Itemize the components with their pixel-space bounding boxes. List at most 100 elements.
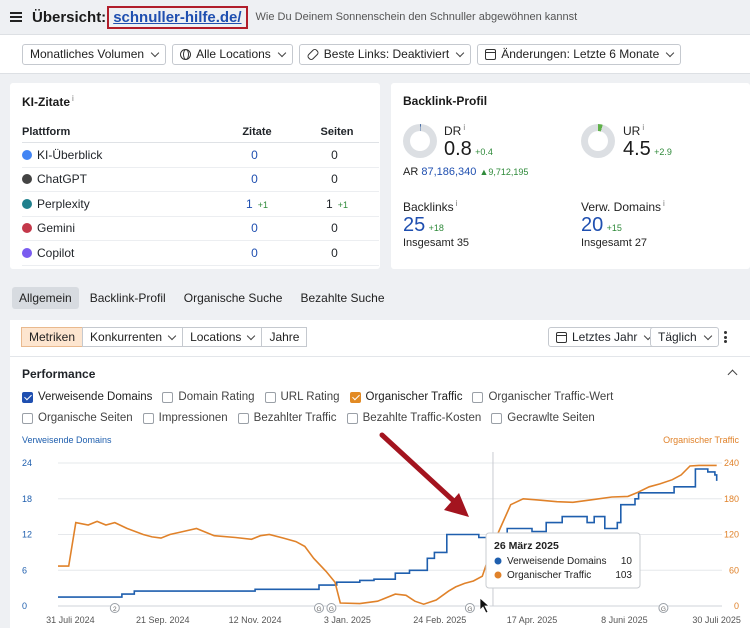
tooltip-value: 10: [621, 556, 633, 567]
tooltip-swatch: [494, 557, 502, 565]
info-icon[interactable]: i: [463, 123, 465, 132]
ur-value: 4.5: [623, 138, 651, 160]
tooltip-label: Verweisende Domains: [507, 556, 607, 567]
event-marker-label: 2: [113, 606, 117, 613]
pages-delta: +1: [337, 199, 348, 210]
platform-name: Perplexity: [37, 196, 90, 211]
x-tick-label: 30 Juli 2025: [692, 615, 741, 625]
table-row: Perplexity 1 +1 1 +1: [22, 192, 379, 217]
ur-label: UR: [623, 124, 641, 138]
citations-value[interactable]: 0: [251, 246, 258, 260]
best-links-dropdown[interactable]: Beste Links: Deaktiviert: [298, 43, 472, 65]
google-icon: [22, 149, 32, 160]
link-icon: [306, 47, 320, 61]
table-header: Plattform Zitate Seiten: [22, 121, 379, 143]
right-tick-label: 240: [724, 458, 739, 468]
x-tick-label: 3 Jan. 2025: [324, 615, 371, 625]
tab-organische-suche[interactable]: Organische Suche: [177, 287, 290, 309]
changes-dropdown[interactable]: Änderungen: Letzte 6 Monate: [477, 43, 682, 65]
copilot-icon: [22, 247, 32, 258]
calendar-icon: [485, 48, 497, 60]
menu-icon[interactable]: [10, 12, 22, 22]
page-title: Übersicht:: [32, 8, 107, 26]
event-marker-label: G: [661, 606, 666, 613]
tooltip-date: 26 März 2025: [494, 540, 559, 552]
event-marker-label: G: [329, 606, 334, 613]
left-tick-label: 12: [22, 530, 32, 540]
top-bar: Übersicht: schnuller-hilfe.de/ Wie Du De…: [0, 0, 750, 34]
backlinks-value[interactable]: 25: [403, 214, 425, 236]
left-axis-title: Verweisende Domains: [22, 435, 112, 445]
ki-citations-card: KI-Zitate i Plattform Zitate Seiten KI-Üb…: [10, 83, 380, 269]
filter-bar: Monatliches Volumen Alle Locations Beste…: [0, 34, 750, 74]
x-tick-label: 12 Nov. 2024: [229, 615, 282, 625]
tooltip-value: 103: [615, 570, 632, 581]
platform-name: Copilot: [37, 245, 75, 260]
dr-label: DR: [444, 124, 462, 138]
backlinks-delta: +18: [428, 223, 444, 233]
left-tick-label: 24: [22, 458, 32, 468]
ar-value[interactable]: 87,186,340: [421, 166, 476, 178]
tab-allgemein[interactable]: Allgemein: [12, 287, 79, 309]
info-icon[interactable]: i: [456, 199, 458, 208]
right-tick-label: 60: [729, 565, 739, 575]
volume-dropdown-label: Monatliches Volumen: [30, 47, 145, 61]
domains-delta: +15: [606, 223, 622, 233]
citations-delta: +1: [257, 199, 268, 210]
info-icon[interactable]: i: [663, 199, 665, 208]
pages-value: 0: [331, 245, 338, 260]
citations-value[interactable]: 0: [251, 221, 258, 235]
locations-dropdown-label: Alle Locations: [196, 47, 271, 61]
ar-delta: ▲9,712,195: [479, 167, 529, 177]
best-links-dropdown-label: Beste Links: Deaktiviert: [323, 47, 450, 61]
domains-value[interactable]: 20: [581, 214, 603, 236]
dr-delta: +0.4: [475, 147, 493, 157]
pages-value: 0: [331, 221, 338, 236]
table-row: Gemini 0 0: [22, 217, 379, 241]
right-axis-title: Organischer Traffic: [663, 435, 739, 445]
performance-chart: Verweisende Domains Organischer Traffic 0 6…: [22, 432, 741, 625]
changes-dropdown-label: Änderungen: Letzte 6 Monate: [501, 47, 660, 61]
annotation-arrow-shaft: [379, 432, 460, 507]
citations-value[interactable]: 0: [251, 172, 258, 186]
domains-total: 27: [634, 237, 648, 249]
tab-backlink-profil[interactable]: Backlink-Profil: [83, 287, 173, 309]
tab-bezahlte-suche[interactable]: Bezahlte Suche: [293, 287, 391, 309]
chevron-down-icon: [455, 48, 465, 57]
domains-metric: Verw. Domains i 20 +15 Insgesamt 27: [581, 199, 665, 249]
citations-value[interactable]: 0: [251, 148, 258, 162]
ur-metric: UR i 4.5 +2.9: [623, 123, 672, 161]
backlinks-label: Backlinks: [403, 200, 454, 214]
tooltip-swatch: [494, 571, 502, 579]
table-row: ChatGPT 0 0: [22, 168, 379, 192]
backlink-profile-card: Backlink-Profil DR i 0.8 +0.4 AR 87,186,3…: [391, 83, 750, 269]
globe-icon: [180, 48, 192, 60]
pages-value: 0: [331, 147, 338, 162]
event-marker-label: G: [467, 606, 472, 613]
header-citations: Zitate: [242, 125, 272, 138]
chevron-down-icon: [666, 48, 675, 57]
info-icon[interactable]: i: [642, 123, 644, 132]
x-tick-label: 8 Juni 2025: [601, 615, 648, 625]
backlinks-metric: Backlinks i 25 +18 Insgesamt 35: [403, 199, 469, 249]
locations-dropdown[interactable]: Alle Locations: [172, 43, 293, 65]
header-platform: Plattform: [22, 125, 71, 138]
x-tick-label: 17 Apr. 2025: [507, 615, 558, 625]
event-marker-label: G: [316, 606, 321, 613]
table-row: KI-Überblick 0 0: [22, 143, 379, 168]
tooltip-label: Organischer Traffic: [507, 570, 591, 581]
x-tick-label: 31 Juli 2024: [46, 615, 95, 625]
ar-label: AR: [403, 166, 419, 178]
volume-dropdown[interactable]: Monatliches Volumen: [22, 43, 167, 65]
domain-link[interactable]: schnuller-hilfe.de/: [107, 5, 248, 29]
right-tick-label: 120: [724, 530, 739, 540]
citations-value[interactable]: 1: [246, 197, 253, 211]
chevron-down-icon: [277, 48, 287, 57]
ur-donut: [581, 124, 615, 158]
x-tick-label: 24 Feb. 2025: [413, 615, 466, 625]
table-row: Copilot 0 0: [22, 241, 379, 266]
left-tick-label: 6: [22, 565, 27, 575]
ar-metric: AR 87,186,340 ▲9,712,195: [403, 166, 528, 178]
info-icon[interactable]: i: [72, 94, 74, 103]
domains-total-label: Insgesamt: [581, 237, 632, 249]
